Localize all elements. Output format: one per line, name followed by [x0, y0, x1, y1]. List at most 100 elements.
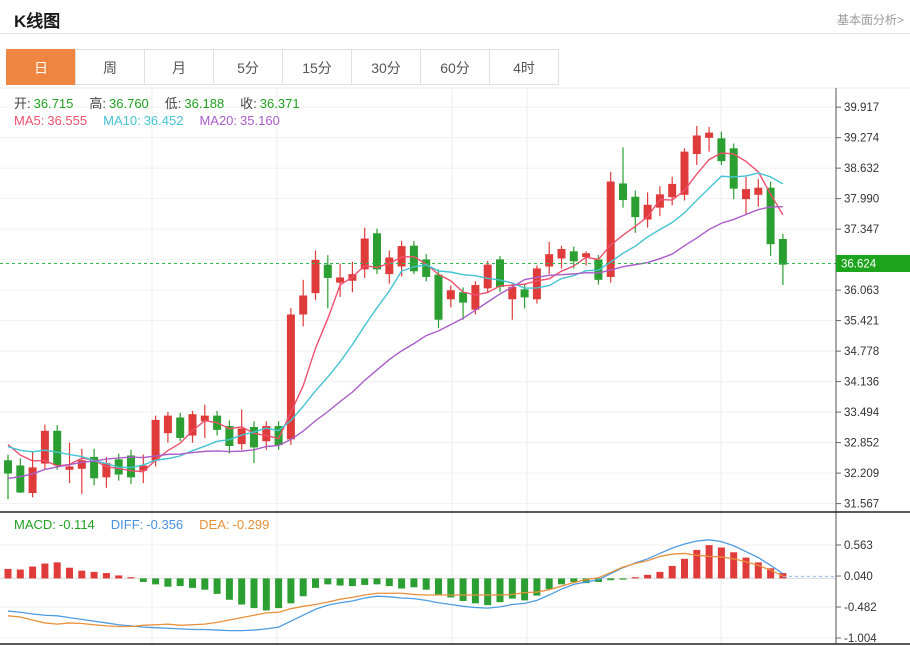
open-value: 开:36.715 [14, 93, 73, 112]
ma-row: MA5:36.555 MA10:36.452 MA20:35.160 [14, 113, 280, 128]
price-tick-label: 35.421 [844, 316, 879, 328]
macd-tick-label: 0.040 [844, 571, 873, 583]
macd-bar [349, 578, 356, 586]
candle-body [693, 135, 701, 154]
ma20-value: MA20:35.160 [199, 113, 279, 128]
macd-bar [509, 578, 516, 598]
candle-body [176, 418, 184, 438]
candle-body [189, 414, 197, 435]
candle-body [619, 183, 627, 200]
price-tick-label: 34.778 [844, 346, 879, 358]
macd-bar [238, 578, 245, 604]
candle-body [545, 254, 553, 266]
macd-bar [386, 578, 393, 586]
macd-bar [275, 578, 282, 608]
candle-body [324, 265, 332, 278]
macd-bar [312, 578, 319, 588]
macd-bar [497, 578, 504, 602]
macd-bar [706, 545, 713, 578]
macd-bar [620, 578, 627, 579]
macd-bar [78, 571, 85, 579]
macd-bar [128, 577, 135, 578]
macd-bar [164, 578, 171, 586]
macd-bar [29, 567, 36, 579]
price-tick-label: 39.274 [844, 133, 880, 145]
macd-bar [669, 566, 676, 578]
candle-body [164, 416, 172, 434]
macd-bar [91, 572, 98, 579]
macd-bar [632, 577, 639, 578]
price-tick-label: 34.136 [844, 377, 879, 389]
macd-bar [177, 578, 184, 586]
macd-bar [287, 578, 294, 603]
candle-body [631, 197, 639, 217]
macd-bar [66, 568, 73, 579]
candle-body [533, 268, 541, 299]
candle-body [484, 265, 492, 289]
macd-bar [681, 559, 688, 579]
candle-body [459, 292, 467, 302]
macd-bar [103, 573, 110, 578]
candle-body [41, 431, 49, 464]
macd-value: MACD:-0.114 [14, 517, 95, 532]
macd-tick-label: 0.563 [844, 540, 873, 552]
macd-bar [324, 578, 331, 584]
macd-bar [398, 578, 405, 588]
macd-bar [17, 569, 24, 578]
candle-body [767, 188, 775, 245]
dea-value: DEA:-0.299 [199, 517, 269, 532]
candle-body [558, 249, 566, 258]
price-tick-label: 38.632 [844, 163, 879, 175]
candle-body [582, 253, 590, 257]
ma20-line [8, 207, 783, 479]
candle-body [705, 133, 713, 138]
macd-bar [374, 578, 381, 584]
macd-bar [472, 578, 479, 603]
high-value: 高:36.760 [89, 93, 148, 112]
macd-bar [410, 578, 417, 587]
macd-bar [54, 562, 61, 578]
candle-body [656, 194, 664, 207]
macd-tick-label: -0.482 [844, 602, 877, 614]
macd-bar [5, 569, 12, 579]
candle-body [16, 465, 24, 492]
close-value: 收:36.371 [240, 93, 299, 112]
candle-body [53, 431, 61, 466]
candle-body [336, 277, 344, 282]
macd-bar [693, 550, 700, 579]
candle-body [152, 420, 160, 461]
macd-bar [251, 578, 258, 608]
candle-body [668, 184, 676, 197]
ohlc-row: 开:36.715 高:36.760 低:36.188 收:36.371 [14, 93, 300, 112]
macd-bar [533, 578, 540, 595]
macd-bar [189, 578, 196, 588]
candle-body [754, 188, 762, 195]
price-tick-label: 32.852 [844, 438, 879, 450]
macd-bar [558, 578, 565, 584]
price-tick-label: 32.209 [844, 468, 879, 480]
macd-bar [214, 578, 221, 593]
macd-bar [656, 572, 663, 579]
candle-body [521, 289, 529, 297]
ma5-line [8, 153, 783, 472]
macd-bar [521, 578, 528, 600]
price-tick-label: 39.917 [844, 102, 879, 114]
macd-bar [460, 578, 467, 601]
macd-bar [730, 552, 737, 578]
macd-bar [300, 578, 307, 596]
candle-body [681, 152, 689, 195]
diff-value: DIFF:-0.356 [111, 517, 183, 532]
macd-bar [607, 578, 614, 580]
candle-body [471, 285, 479, 310]
candle-body [435, 275, 443, 320]
candle-body [779, 239, 787, 265]
macd-bar [644, 575, 651, 579]
candle-body [299, 295, 307, 314]
macd-bar [152, 578, 159, 584]
macd-bar [337, 578, 344, 585]
macd-row: MACD:-0.114 DIFF:-0.356 DEA:-0.299 [14, 517, 269, 532]
price-tick-label: 36.063 [844, 285, 879, 297]
dea-line [8, 553, 783, 626]
price-tick-label: 31.567 [844, 499, 879, 511]
macd-bar [140, 578, 147, 582]
